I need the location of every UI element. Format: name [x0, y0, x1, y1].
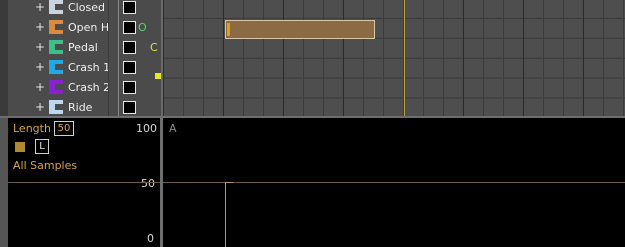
column-separator — [108, 38, 109, 58]
beat-line — [163, 0, 164, 116]
track-row-pedal[interactable]: + Pedal C — [8, 38, 161, 58]
expand-icon[interactable]: + — [35, 81, 45, 93]
instrument-color-chip[interactable] — [49, 100, 63, 114]
track-panel: + Closed + Open H O + Pedal C + Crash 1 … — [8, 0, 163, 116]
all-samples-label[interactable]: All Samples — [13, 159, 77, 172]
color-swatch[interactable] — [15, 142, 25, 152]
track-name: Pedal — [68, 41, 98, 54]
instrument-color-chip[interactable] — [49, 80, 63, 94]
sequencer-top: + Closed + Open H O + Pedal C + Crash 1 … — [0, 0, 625, 116]
expand-icon[interactable]: + — [35, 21, 45, 33]
mute-checkbox[interactable] — [123, 21, 136, 34]
scale-bottom-label: 0 — [147, 232, 154, 245]
expand-icon[interactable]: + — [35, 1, 45, 13]
column-separator — [108, 18, 109, 38]
track-name: Closed — [68, 1, 105, 14]
instrument-color-chip[interactable] — [49, 40, 63, 54]
expand-icon[interactable]: + — [35, 101, 45, 113]
beat-line — [523, 0, 524, 116]
track-row-closed[interactable]: + Closed — [8, 0, 161, 18]
beat-line — [583, 0, 584, 116]
length-label: Length — [13, 122, 51, 135]
track-row-open-h[interactable]: + Open H O — [8, 18, 161, 38]
length-value-field[interactable]: 50 — [54, 121, 74, 136]
track-name: Ride — [68, 101, 93, 114]
note-start-handle[interactable] — [227, 23, 230, 36]
envelope-curve[interactable] — [225, 182, 226, 247]
track-name: Crash 1 — [68, 61, 111, 74]
column-separator — [118, 98, 119, 116]
mute-checkbox[interactable] — [123, 61, 136, 74]
track-row-ride[interactable]: + Ride — [8, 98, 161, 116]
column-separator — [108, 58, 109, 78]
column-separator — [108, 0, 109, 18]
column-separator — [108, 98, 109, 116]
selection-marker — [155, 73, 161, 79]
column-separator — [118, 18, 119, 38]
track-row-crash-2[interactable]: + Crash 2 — [8, 78, 161, 98]
scale-mid-label: 50 — [141, 177, 155, 190]
mute-checkbox[interactable] — [123, 1, 136, 14]
instrument-color-chip[interactable] — [49, 20, 63, 34]
track-row-crash-1[interactable]: + Crash 1 — [8, 58, 161, 78]
column-separator — [118, 0, 119, 18]
choke-group-indicator: C — [150, 41, 158, 54]
scale-top-label: 100 — [136, 122, 157, 135]
envelope-curve-top — [225, 182, 233, 183]
column-separator — [118, 78, 119, 98]
note-block[interactable] — [225, 20, 375, 39]
mute-checkbox[interactable] — [123, 101, 136, 114]
param-gutter — [0, 118, 8, 247]
playhead-line[interactable] — [404, 0, 405, 116]
track-name: Open H — [68, 21, 110, 34]
column-separator — [108, 78, 109, 98]
envelope-label: A — [169, 122, 177, 135]
mute-checkbox[interactable] — [123, 41, 136, 54]
beat-line — [283, 0, 284, 116]
l-button[interactable]: L — [35, 139, 49, 154]
beat-line — [343, 0, 344, 116]
instrument-color-chip[interactable] — [49, 60, 63, 74]
choke-group-indicator: O — [138, 21, 147, 34]
track-list-gutter — [0, 0, 8, 116]
mute-checkbox[interactable] — [123, 81, 136, 94]
beat-line — [223, 0, 224, 116]
column-separator — [118, 38, 119, 58]
pattern-grid[interactable] — [163, 0, 625, 116]
expand-icon[interactable]: + — [35, 61, 45, 73]
instrument-color-chip[interactable] — [49, 0, 63, 14]
column-separator — [118, 58, 119, 78]
track-name: Crash 2 — [68, 81, 111, 94]
midline — [8, 182, 160, 183]
beat-line — [463, 0, 464, 116]
expand-icon[interactable]: + — [35, 41, 45, 53]
